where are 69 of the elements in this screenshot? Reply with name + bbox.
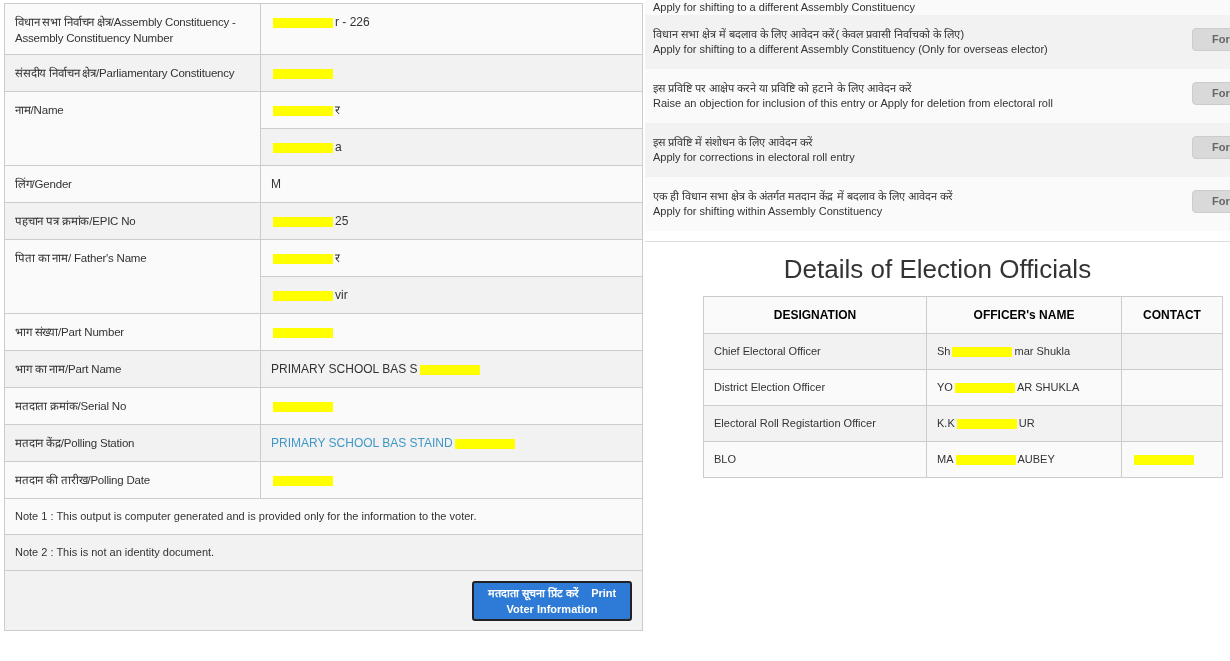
column-header: OFFICER's NAME <box>926 296 1122 334</box>
redaction-mark <box>273 327 333 338</box>
form-button[interactable]: For <box>1192 189 1230 213</box>
value-text: r - 226 <box>335 15 370 29</box>
redaction-mark <box>1134 455 1194 466</box>
field-label: पहचान पत्र क्रमांक/EPIC No <box>4 202 261 240</box>
value-text: mar Shukla <box>1014 345 1071 358</box>
redaction-mark <box>273 105 333 116</box>
value-text: PRIMARY SCHOOL BAS STAIND <box>271 436 453 450</box>
form-description: Apply for shifting to a different Assembly Constituency (Only for overseas elector) <box>653 42 1048 57</box>
value-text: District Election Officer <box>714 381 826 394</box>
form-title-hindi: एक ही विधान सभा क्षेत्र के अंतर्गत मतदान केंद्र में बदलाव के लिए आवेदन करें <box>653 189 953 204</box>
value-text: PRIMARY SCHOOL BAS S <box>271 362 418 376</box>
redaction-mark <box>273 401 333 412</box>
form-button[interactable]: For <box>1192 81 1230 105</box>
value-text: 25 <box>335 214 349 228</box>
form-title-hindi: इस प्रविष्टि पर आक्षेप करने या प्रविष्टि को हटाने के लिए आवेदन करें <box>653 81 913 96</box>
form-button[interactable]: For <box>1192 135 1230 159</box>
value-text: Chief Electoral Officer <box>714 345 821 358</box>
column-header: DESIGNATION <box>703 296 927 334</box>
redaction-mark <box>273 142 333 153</box>
form-description: Apply for shifting within Assembly Constituency <box>653 204 884 219</box>
note-text: Note 2 : This is not an identity document. <box>4 534 643 571</box>
form-description: Raise an objection for inclusion of this entry or Apply for deletion from electoral roll <box>653 96 1053 111</box>
redaction-mark <box>956 419 1017 430</box>
value-text: UR <box>1018 417 1035 430</box>
value-text: vir <box>335 288 348 302</box>
value-text: AR SHUKLA <box>1016 381 1080 394</box>
value-text: BLO <box>714 453 736 466</box>
redaction-mark <box>273 17 333 28</box>
value-text: र <box>335 103 340 117</box>
redaction-mark <box>273 68 333 79</box>
field-label: मतदान की तारीख/Polling Date <box>4 461 261 499</box>
field-label: नाम/Name <box>4 91 261 166</box>
column-header: CONTACT <box>1121 296 1223 334</box>
redaction-mark <box>419 364 480 375</box>
field-label: पिता का नाम/ Father's Name <box>4 239 261 314</box>
section-title: Details of Election Officials <box>782 254 1093 284</box>
field-label: लिंग/Gender <box>4 165 261 203</box>
field-label: भाग संख्या/Part Number <box>4 313 261 351</box>
note-text: Note 1 : This output is computer generated and is provided only for the information to the voter. <box>4 498 643 535</box>
field-label: भाग का नाम/Part Name <box>4 350 261 388</box>
form-button[interactable]: For <box>1192 27 1230 51</box>
field-label: संसदीय निर्वाचन क्षेत्र/Parliamentary Constituency <box>4 54 261 92</box>
redaction-mark <box>273 475 333 486</box>
field-label: विधान सभा निर्वाचन क्षेत्र/Assembly Constituency - Assembly Constituency Number <box>4 3 261 55</box>
redaction-mark <box>273 216 333 227</box>
redaction-mark <box>454 438 515 449</box>
value-text: Electoral Roll Registartion Officer <box>714 417 876 430</box>
value-text: K.K <box>937 417 955 430</box>
form-title-hindi: इस प्रविष्टि में संशोधन के लिए आवेदन करें <box>653 135 815 150</box>
redaction-mark <box>955 455 1016 466</box>
value-text: AUBEY <box>1017 453 1055 466</box>
value-text: a <box>335 140 342 154</box>
redaction-mark <box>273 253 333 264</box>
form-description: Apply for shifting to a different Assembly Constituency <box>653 0 916 15</box>
redaction-mark <box>954 383 1015 394</box>
form-description: Apply for corrections in electoral roll entry <box>653 150 855 165</box>
redaction-mark <box>952 347 1013 358</box>
field-label: मतदाता क्रमांक/Serial No <box>4 387 261 425</box>
value-text: M <box>271 177 281 191</box>
redaction-mark <box>273 290 333 301</box>
print-button[interactable]: मतदाता सूचना प्रिंट करें Print Voter Information <box>472 581 632 621</box>
value-text: MA <box>937 453 954 466</box>
value-text: YO <box>937 381 953 394</box>
field-label: मतदान केंद्र/Polling Station <box>4 424 261 462</box>
value-text: र <box>335 251 340 265</box>
value-text: Sh <box>937 345 951 358</box>
form-title-hindi: विधान सभा क्षेत्र में बदलाव के लिए आवेदन करें( केवल प्रवासी निर्वाचको के लिए) <box>653 27 966 42</box>
